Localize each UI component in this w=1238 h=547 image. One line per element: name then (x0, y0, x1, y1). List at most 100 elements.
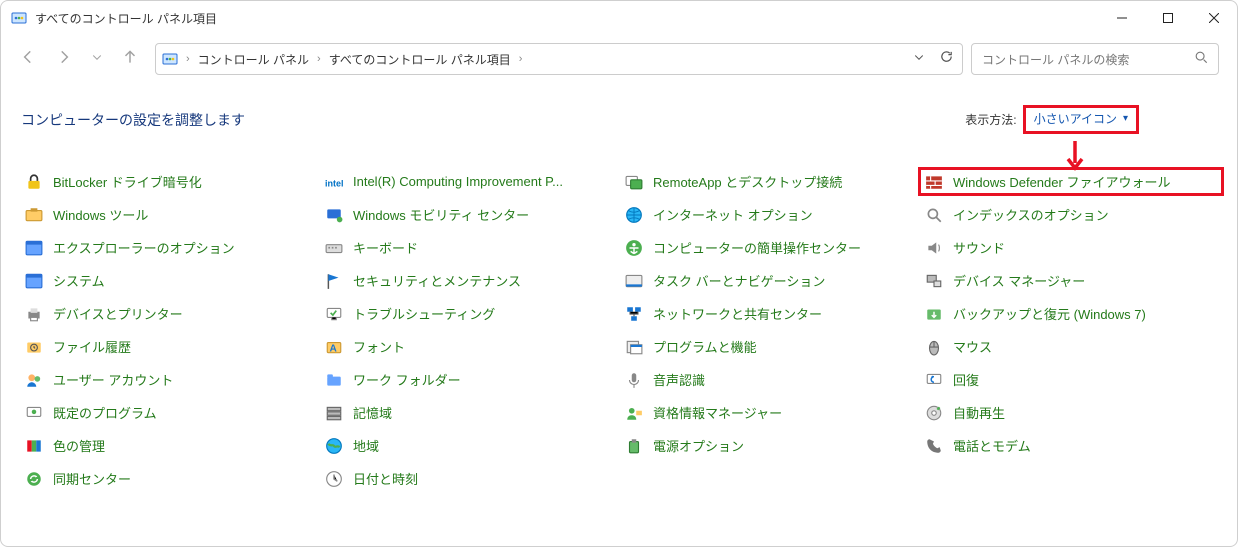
mouse-icon (925, 338, 943, 356)
window: すべてのコントロール パネル項目 › コントロール パネル › すべてのコントロ… (0, 0, 1238, 547)
annotation-arrow (1063, 139, 1087, 180)
window-title: すべてのコントロール パネル項目 (35, 10, 217, 27)
remoteapp-icon (625, 173, 643, 191)
bitlocker-icon (25, 173, 43, 191)
tools-icon (25, 206, 43, 224)
intel-icon (325, 173, 343, 191)
cpl-item-label: バックアップと復元 (Windows 7) (953, 304, 1146, 323)
users-icon (25, 371, 43, 389)
up-button[interactable] (121, 48, 139, 71)
cpl-item-power[interactable]: 電源オプション (621, 434, 921, 457)
security-icon (325, 272, 343, 290)
cpl-item-label: 既定のプログラム (53, 403, 157, 422)
cpl-item-mouse[interactable]: マウス (921, 335, 1221, 358)
cpl-item-fonts[interactable]: フォント (321, 335, 621, 358)
cpl-item-label: 電話とモデム (953, 436, 1031, 455)
breadcrumb-item[interactable]: コントロール パネル (198, 51, 309, 68)
control-panel-icon (11, 10, 27, 26)
cpl-item-backup[interactable]: バックアップと復元 (Windows 7) (921, 302, 1221, 325)
internet-icon (625, 206, 643, 224)
cpl-item-keyboard[interactable]: キーボード (321, 236, 621, 259)
cpl-item-programs[interactable]: プログラムと機能 (621, 335, 921, 358)
items-grid: BitLocker ドライブ暗号化 Intel(R) Computing Impr… (21, 170, 1219, 490)
cpl-item-sound[interactable]: サウンド (921, 236, 1221, 259)
cpl-item-label: プログラムと機能 (653, 337, 757, 356)
filehist-icon (25, 338, 43, 356)
cpl-item-security[interactable]: セキュリティとメンテナンス (321, 269, 621, 292)
search-box[interactable]: コントロール パネルの検索 (971, 43, 1219, 75)
toolbar: › コントロール パネル › すべてのコントロール パネル項目 › コントロール… (1, 35, 1237, 83)
fonts-icon (325, 338, 343, 356)
chevron-right-icon: › (317, 53, 321, 65)
phone-icon (925, 437, 943, 455)
cpl-item-label: ユーザー アカウント (53, 370, 173, 389)
cpl-item-label: 電源オプション (653, 436, 744, 455)
firewall-icon (925, 173, 943, 191)
chevron-right-icon: › (519, 53, 523, 65)
cpl-item-label: コンピューターの簡単操作センター (653, 238, 861, 257)
cpl-item-label: サウンド (953, 238, 1005, 257)
system-icon (25, 272, 43, 290)
cpl-item-label: インターネット オプション (653, 205, 813, 224)
viewby-dropdown[interactable]: 小さいアイコン (1023, 105, 1139, 134)
cpl-item-trouble[interactable]: トラブルシューティング (321, 302, 621, 325)
forward-button[interactable] (55, 48, 73, 71)
cpl-item-ease[interactable]: コンピューターの簡単操作センター (621, 236, 921, 259)
cpl-item-datetime[interactable]: 日付と時刻 (321, 467, 621, 490)
cpl-item-storage[interactable]: 記憶域 (321, 401, 621, 424)
page-heading: コンピューターの設定を調整します (21, 110, 245, 130)
cpl-item-region[interactable]: 地域 (321, 434, 621, 457)
cpl-item-filehist[interactable]: ファイル履歴 (21, 335, 321, 358)
keyboard-icon (325, 239, 343, 257)
maximize-button[interactable] (1145, 1, 1191, 35)
cpl-item-explorer[interactable]: エクスプローラーのオプション (21, 236, 321, 259)
cpl-item-workfolder[interactable]: ワーク フォルダー (321, 368, 621, 391)
devmgr-icon (925, 272, 943, 290)
minimize-button[interactable] (1099, 1, 1145, 35)
cpl-item-speech[interactable]: 音声認識 (621, 368, 921, 391)
cpl-item-recovery[interactable]: 回復 (921, 368, 1221, 391)
cpl-item-phone[interactable]: 電話とモデム (921, 434, 1221, 457)
cpl-item-cred[interactable]: 資格情報マネージャー (621, 401, 921, 424)
backup-icon (925, 305, 943, 323)
address-bar[interactable]: › コントロール パネル › すべてのコントロール パネル項目 › (155, 43, 963, 75)
cpl-item-bitlocker[interactable]: BitLocker ドライブ暗号化 (21, 170, 321, 193)
taskbar-icon (625, 272, 643, 290)
autoplay-icon (925, 404, 943, 422)
recent-dropdown[interactable] (91, 50, 103, 68)
cpl-item-default[interactable]: 既定のプログラム (21, 401, 321, 424)
cpl-item-network[interactable]: ネットワークと共有センター (621, 302, 921, 325)
refresh-button[interactable] (939, 49, 954, 69)
breadcrumb-item[interactable]: すべてのコントロール パネル項目 (329, 51, 511, 68)
cpl-item-devmgr[interactable]: デバイス マネージャー (921, 269, 1221, 292)
cpl-item-users[interactable]: ユーザー アカウント (21, 368, 321, 391)
cpl-item-mobility[interactable]: Windows モビリティ センター (321, 203, 621, 226)
address-dropdown[interactable] (913, 50, 925, 68)
cpl-item-taskbar[interactable]: タスク バーとナビゲーション (621, 269, 921, 292)
cpl-item-system[interactable]: システム (21, 269, 321, 292)
recovery-icon (925, 371, 943, 389)
cpl-item-label: フォント (353, 337, 405, 356)
cpl-item-label: 記憶域 (353, 403, 392, 422)
power-icon (625, 437, 643, 455)
cpl-item-sync[interactable]: 同期センター (21, 467, 321, 490)
cpl-item-color[interactable]: 色の管理 (21, 434, 321, 457)
index-icon (925, 206, 943, 224)
cpl-item-label: ワーク フォルダー (353, 370, 461, 389)
cred-icon (625, 404, 643, 422)
close-button[interactable] (1191, 1, 1237, 35)
explorer-icon (25, 239, 43, 257)
back-button[interactable] (19, 48, 37, 71)
cpl-item-label: デバイスとプリンター (53, 304, 183, 323)
cpl-item-index[interactable]: インデックスのオプション (921, 203, 1221, 226)
cpl-item-intel[interactable]: Intel(R) Computing Improvement P... (321, 170, 621, 193)
cpl-item-label: タスク バーとナビゲーション (653, 271, 825, 290)
cpl-item-label: 自動再生 (953, 403, 1005, 422)
cpl-item-autoplay[interactable]: 自動再生 (921, 401, 1221, 424)
cpl-item-printers[interactable]: デバイスとプリンター (21, 302, 321, 325)
cpl-item-label: BitLocker ドライブ暗号化 (53, 172, 202, 191)
cpl-item-label: システム (53, 271, 105, 290)
cpl-item-internet[interactable]: インターネット オプション (621, 203, 921, 226)
cpl-item-tools[interactable]: Windows ツール (21, 203, 321, 226)
cpl-item-remoteapp[interactable]: RemoteApp とデスクトップ接続 (621, 170, 921, 193)
